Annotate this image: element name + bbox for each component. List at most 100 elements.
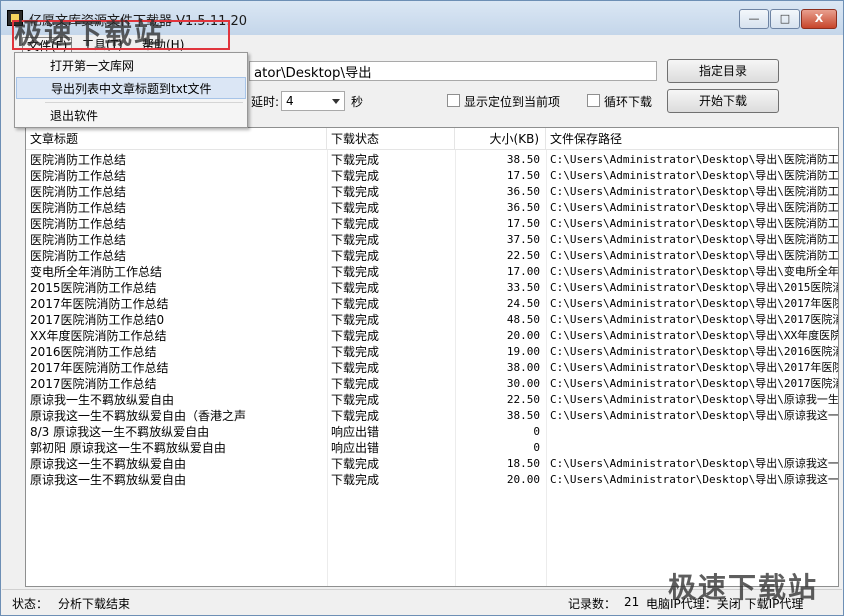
- row-title: 原谅我这一生不羁放纵爱自由（香港之声: [30, 409, 247, 423]
- row-status: 下载完成: [331, 361, 380, 375]
- records-label: 记录数：: [568, 597, 617, 611]
- table-row[interactable]: 变电所全年消防工作总结 下载完成 17.00 C:\Users\Administrat…: [26, 264, 839, 280]
- table-row[interactable]: 2017医院消防工作总结0 下载完成 48.50 C:\Users\Administr…: [26, 312, 839, 328]
- row-path: C:\Users\Administrator\Desktop\导出\医院消防工作: [550, 249, 839, 262]
- chevron-down-icon: [332, 99, 340, 104]
- row-status: 响应出错: [331, 441, 380, 455]
- row-status: 下载完成: [331, 313, 380, 327]
- table-row[interactable]: 2016医院消防工作总结 下载完成 19.00 C:\Users\Administra…: [26, 344, 838, 360]
- row-size: 18.50: [506, 457, 540, 470]
- row-status: 下载完成: [331, 329, 380, 343]
- row-path: C:\Users\Administrator\Desktop\导出\医院消防工作: [550, 201, 839, 214]
- table-row[interactable]: 医院消防工作总结 下载完成 37.50 C:\Users\Administrator\…: [26, 232, 838, 248]
- row-title: 医院消防工作总结: [30, 249, 127, 263]
- row-size: 20.00: [506, 329, 540, 342]
- row-size: 17.00: [506, 265, 540, 278]
- row-status: 下载完成: [331, 217, 380, 231]
- delay-select[interactable]: 4: [281, 91, 345, 111]
- minimize-button[interactable]: —: [739, 9, 769, 29]
- seconds-label: 秒: [351, 95, 364, 109]
- row-size: 36.50: [506, 185, 540, 198]
- row-title: 医院消防工作总结: [30, 153, 127, 167]
- menu-item-exit[interactable]: 退出软件: [16, 105, 246, 127]
- row-path: C:\Users\Administrator\Desktop\导出\原谅我这一生: [550, 457, 839, 470]
- menu-item-export-titles[interactable]: 导出列表中文章标题到txt文件: [16, 77, 246, 99]
- loop-download-checkbox[interactable]: [587, 94, 600, 107]
- row-status: 下载完成: [331, 409, 380, 423]
- row-status: 下载完成: [331, 153, 380, 167]
- table-row[interactable]: 2017医院消防工作总结 下载完成 30.00 C:\Users\Administra…: [26, 376, 838, 392]
- row-title: 医院消防工作总结: [30, 169, 127, 183]
- row-status: 下载完成: [331, 457, 380, 471]
- row-path: C:\Users\Administrator\Desktop\导出\医院消防工作: [550, 217, 839, 230]
- row-path: C:\Users\Administrator\Desktop\导出\2015医院…: [550, 281, 839, 294]
- row-status: 下载完成: [331, 473, 380, 487]
- menu-item-open-library[interactable]: 打开第一文库网: [16, 55, 246, 77]
- row-path: C:\Users\Administrator\Desktop\导出\医院消防工作: [550, 153, 839, 166]
- show-current-label[interactable]: 显示定位到当前项: [464, 93, 560, 110]
- row-status: 下载完成: [331, 281, 380, 295]
- table-row[interactable]: 2015医院消防工作总结 下载完成 33.50 C:\Users\Administra…: [26, 280, 839, 296]
- row-status: 下载完成: [331, 169, 380, 183]
- close-button[interactable]: X: [801, 9, 837, 29]
- list-rows: 医院消防工作总结 下载完成 38.50 C:\Users\Administrator\…: [26, 152, 839, 488]
- table-row[interactable]: XX年度医院消防工作总结 下载完成 20.00 C:\Users\Administra…: [26, 328, 839, 344]
- row-size: 36.50: [506, 201, 540, 214]
- delay-label: 延时:: [251, 95, 280, 109]
- row-path: C:\Users\Administrator\Desktop\导出\医院消防工作: [550, 169, 839, 182]
- row-size: 20.00: [506, 473, 540, 486]
- table-row[interactable]: 医院消防工作总结 下载完成 17.50 C:\Users\Administrator\…: [26, 168, 839, 184]
- start-download-button[interactable]: 开始下载: [667, 89, 779, 113]
- row-path: C:\Users\Administrator\Desktop\导出\2017年医…: [550, 361, 839, 374]
- table-row[interactable]: 郭初阳 原谅我这一生不羁放纵爱自由 响应出错 0: [26, 440, 838, 456]
- table-row[interactable]: 医院消防工作总结 下载完成 38.50 C:\Users\Administrator\…: [26, 152, 839, 168]
- show-current-checkbox[interactable]: [447, 94, 460, 107]
- row-path: [550, 424, 838, 440]
- row-path: C:\Users\Administrator\Desktop\导出\变电所全年消: [550, 265, 839, 278]
- row-title: 2017年医院消防工作总结: [30, 297, 169, 311]
- table-row[interactable]: 2017年医院消防工作总结 下载完成 38.00 C:\Users\Administr…: [26, 360, 839, 376]
- row-size: 37.50: [506, 233, 540, 246]
- table-row[interactable]: 原谅我这一生不羁放纵爱自由（香港之声 下载完成 38.50 C:\Users\Admi…: [26, 408, 838, 424]
- status-value: 分析下载结束: [58, 597, 131, 611]
- table-row[interactable]: 原谅我这一生不羁放纵爱自由 下载完成 18.50 C:\Users\Administr…: [26, 456, 839, 472]
- row-title: 2015医院消防工作总结: [30, 281, 157, 295]
- table-row[interactable]: 医院消防工作总结 下载完成 22.50 C:\Users\Administrator\…: [26, 248, 839, 264]
- table-row[interactable]: 8/3 原谅我这一生不羁放纵爱自由 响应出错 0: [26, 424, 838, 440]
- table-row[interactable]: 医院消防工作总结 下载完成 17.50 C:\Users\Administrator\…: [26, 216, 839, 232]
- row-path: C:\Users\Administrator\Desktop\导出\2017年医…: [550, 297, 839, 310]
- row-title: XX年度医院消防工作总结: [30, 329, 167, 343]
- column-header-size[interactable]: 大小(KB): [455, 128, 546, 150]
- maximize-button[interactable]: □: [770, 9, 800, 29]
- row-size: 30.00: [506, 377, 540, 390]
- row-status: 下载完成: [331, 249, 380, 263]
- watermark-bottom: 极速下载站: [668, 571, 819, 604]
- row-status: 下载完成: [331, 297, 380, 311]
- loop-download-label[interactable]: 循环下载: [604, 93, 652, 110]
- save-path-input[interactable]: [249, 61, 657, 81]
- delay-value: 4: [286, 94, 294, 108]
- table-row[interactable]: 2017年医院消防工作总结 下载完成 24.50 C:\Users\Administr…: [26, 296, 839, 312]
- row-size: 17.50: [506, 217, 540, 230]
- row-size: 22.50: [506, 393, 540, 406]
- watermark-top: 极速下载站: [14, 17, 165, 50]
- table-row[interactable]: 原谅我一生不羁放纵爱自由 下载完成 22.50 C:\Users\Administra…: [26, 392, 839, 408]
- row-path: C:\Users\Administrator\Desktop\导出\医院消防工作: [550, 185, 839, 198]
- row-path: C:\Users\Administrator\Desktop\导出\XX年度医院…: [550, 329, 839, 342]
- column-header-path[interactable]: 文件保存路径: [546, 128, 838, 150]
- row-title: 原谅我这一生不羁放纵爱自由: [30, 457, 187, 471]
- column-header-title[interactable]: 文章标题: [26, 128, 327, 150]
- row-path: C:\Users\Administrator\Desktop\导出\原谅我一生不: [550, 393, 839, 406]
- row-title: 2017医院消防工作总结: [30, 377, 157, 391]
- list-header: 文章标题 下载状态 大小(KB) 文件保存路径: [26, 128, 838, 150]
- table-row[interactable]: 医院消防工作总结 下载完成 36.50 C:\Users\Administrator\…: [26, 184, 839, 200]
- row-status: 下载完成: [331, 345, 380, 359]
- table-row[interactable]: 原谅我这一生不羁放纵爱自由 下载完成 20.00 C:\Users\Administr…: [26, 472, 838, 488]
- choose-directory-button[interactable]: 指定目录: [667, 59, 779, 83]
- column-header-status[interactable]: 下载状态: [327, 128, 455, 150]
- table-row[interactable]: 医院消防工作总结 下载完成 36.50 C:\Users\Administrator\…: [26, 200, 839, 216]
- row-path: C:\Users\Administrator\Desktop\导出\2017医院…: [550, 313, 839, 326]
- download-list[interactable]: 文章标题 下载状态 大小(KB) 文件保存路径 医院消防工作总结 下载完成 38.5…: [25, 127, 839, 587]
- row-size: 38.50: [506, 409, 540, 422]
- row-size: 38.50: [506, 153, 540, 166]
